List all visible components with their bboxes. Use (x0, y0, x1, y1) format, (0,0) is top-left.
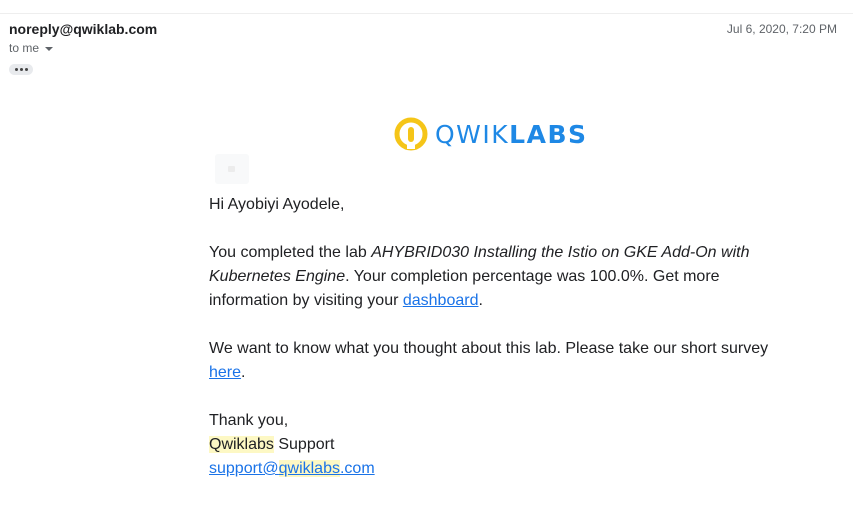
qwiklabs-logo-icon (394, 117, 428, 151)
logo-wordmark: QWIKLABS (435, 119, 588, 149)
thanks-line: Thank you, (209, 412, 289, 429)
dot-icon (14, 68, 18, 71)
dot-icon (19, 68, 23, 71)
dot-icon (24, 68, 28, 71)
header-divider (0, 13, 853, 14)
survey-link[interactable]: here (209, 364, 241, 381)
image-placeholder (215, 154, 249, 184)
signature: Thank you, Qwiklabs Support support@qwik… (209, 409, 769, 481)
dashboard-link[interactable]: dashboard (403, 292, 479, 309)
qwiklabs-logo: QWIKLABS (393, 116, 588, 152)
support-email-link[interactable]: support@qwiklabs.com (209, 460, 375, 477)
highlighted-term: Qwiklabs (209, 436, 274, 453)
email-body: Hi Ayobiyi Ayodele, You completed the la… (209, 193, 769, 481)
survey-paragraph: We want to know what you thought about t… (209, 340, 769, 381)
recipient-label: to me (9, 41, 40, 55)
sender-address[interactable]: noreply@qwiklab.com (9, 21, 157, 37)
signature-team: Qwiklabs Support (209, 436, 335, 453)
recipient-dropdown[interactable]: to me (9, 41, 54, 55)
completion-paragraph: You completed the lab AHYBRID030 Install… (209, 244, 750, 309)
greeting: Hi Ayobiyi Ayodele, (209, 196, 345, 213)
email-date[interactable]: Jul 6, 2020, 7:20 PM (727, 22, 837, 36)
caret-down-icon (45, 46, 54, 51)
show-trimmed-content-button[interactable] (9, 64, 33, 75)
